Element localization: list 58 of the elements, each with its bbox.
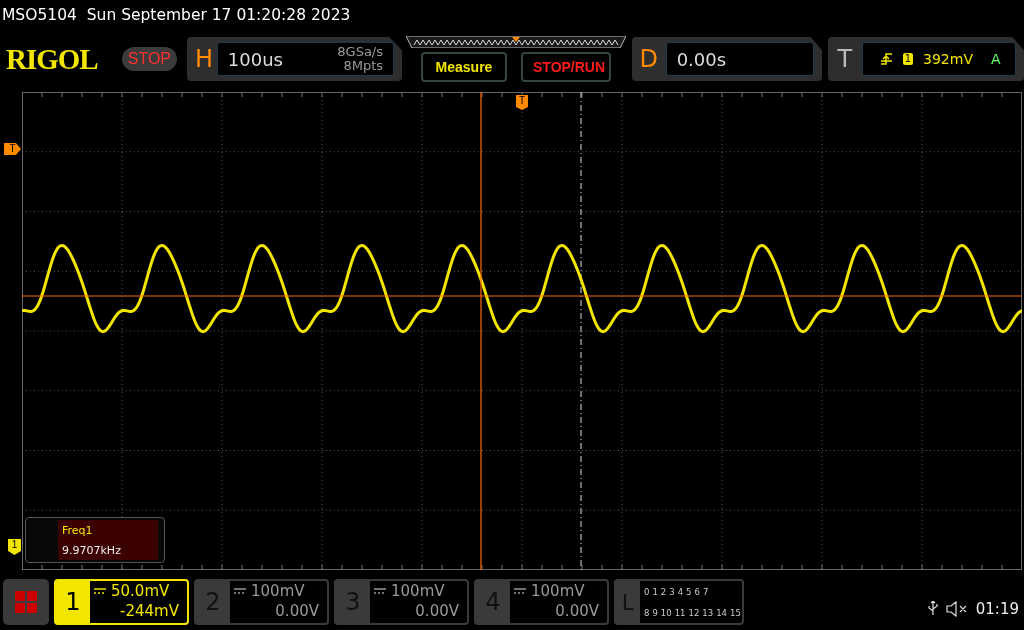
vertical-offset: 0.00V — [414, 601, 459, 621]
status-line: MSO5104 Sun September 17 01:20:28 2023 — [1, 5, 352, 26]
rising-edge-icon — [880, 53, 893, 65]
grid-squares-icon — [15, 591, 37, 613]
delay-panel[interactable]: D 0.00s — [632, 37, 822, 81]
logic-bit-label: 7 — [702, 586, 709, 597]
channel-ground-marker[interactable]: 1 — [8, 539, 21, 555]
logic-bit-label: 15 — [730, 607, 741, 618]
logic-bit-label: 8 — [644, 607, 650, 618]
speaker-muted-icon[interactable] — [945, 601, 968, 617]
usb-icon — [927, 601, 938, 617]
horizontal-panel[interactable]: H 100us 8GSa/s 8Mpts — [187, 37, 402, 81]
logic-bit-label: 4 — [677, 586, 684, 597]
logic-bit-label: 10 — [660, 607, 672, 618]
logic-bit-label: 9 — [652, 607, 658, 618]
trigger-position-marker[interactable]: T — [516, 95, 528, 110]
channel-card[interactable]: 1 50.0mV -244mV — [54, 579, 189, 625]
dc-coupling-icon — [374, 588, 386, 594]
horizontal-label: H — [193, 45, 214, 73]
logic-bit-label: 13 — [702, 607, 714, 618]
trigger-mode: A — [990, 51, 1001, 67]
logic-bit-label: 2 — [660, 586, 667, 597]
delay-label: D — [638, 45, 660, 73]
vertical-offset: -244mV — [119, 601, 179, 621]
dc-coupling-icon — [514, 588, 526, 594]
dc-coupling-icon — [234, 588, 246, 594]
measurement-name: Freq1 — [62, 523, 94, 537]
memory-depth: 8Mpts — [342, 59, 383, 73]
clock-time: 01:19 — [975, 600, 1019, 618]
vertical-scale: 50.0mV — [111, 581, 170, 601]
logic-bit-label: 12 — [688, 607, 700, 618]
logic-bit-label: 5 — [686, 586, 692, 597]
sample-rate: 8GSa/s — [337, 45, 383, 59]
logic-bit-label: 11 — [674, 607, 686, 618]
trigger-source-badge: 1 — [902, 53, 914, 65]
timebase-value: 100us — [227, 48, 283, 70]
measurement-box[interactable]: Freq1 9.9707kHz — [25, 517, 165, 563]
logic-bit-label: 1 — [652, 586, 658, 597]
dc-coupling-icon — [94, 588, 106, 594]
vertical-scale: 100mV — [391, 581, 445, 601]
trigger-level: 392mV — [923, 51, 973, 67]
vertical-scale: 100mV — [251, 581, 305, 601]
delay-value: 0.00s — [676, 48, 727, 70]
trigger-level-marker[interactable]: T — [4, 143, 21, 155]
logic-bit-label: 6 — [694, 586, 700, 597]
vertical-scale: 100mV — [531, 581, 585, 601]
logic-bit-label: 0 — [644, 586, 650, 597]
logic-bit-label: 14 — [716, 607, 727, 618]
vertical-offset: 0.00V — [554, 601, 599, 621]
logic-bit-label: 3 — [669, 586, 675, 597]
trigger-label: T — [836, 45, 854, 73]
measurement-value: 9.9707kHz — [62, 543, 122, 557]
vertical-offset: 0.00V — [274, 601, 319, 621]
channel-number: 1 — [56, 581, 90, 623]
stop-run-button[interactable]: STOP/RUN — [521, 52, 611, 82]
trigger-panel[interactable]: T 1 392mV A — [828, 37, 1024, 81]
measure-button[interactable]: Measure — [421, 52, 507, 82]
brand-logo: RIGOL — [6, 42, 99, 76]
